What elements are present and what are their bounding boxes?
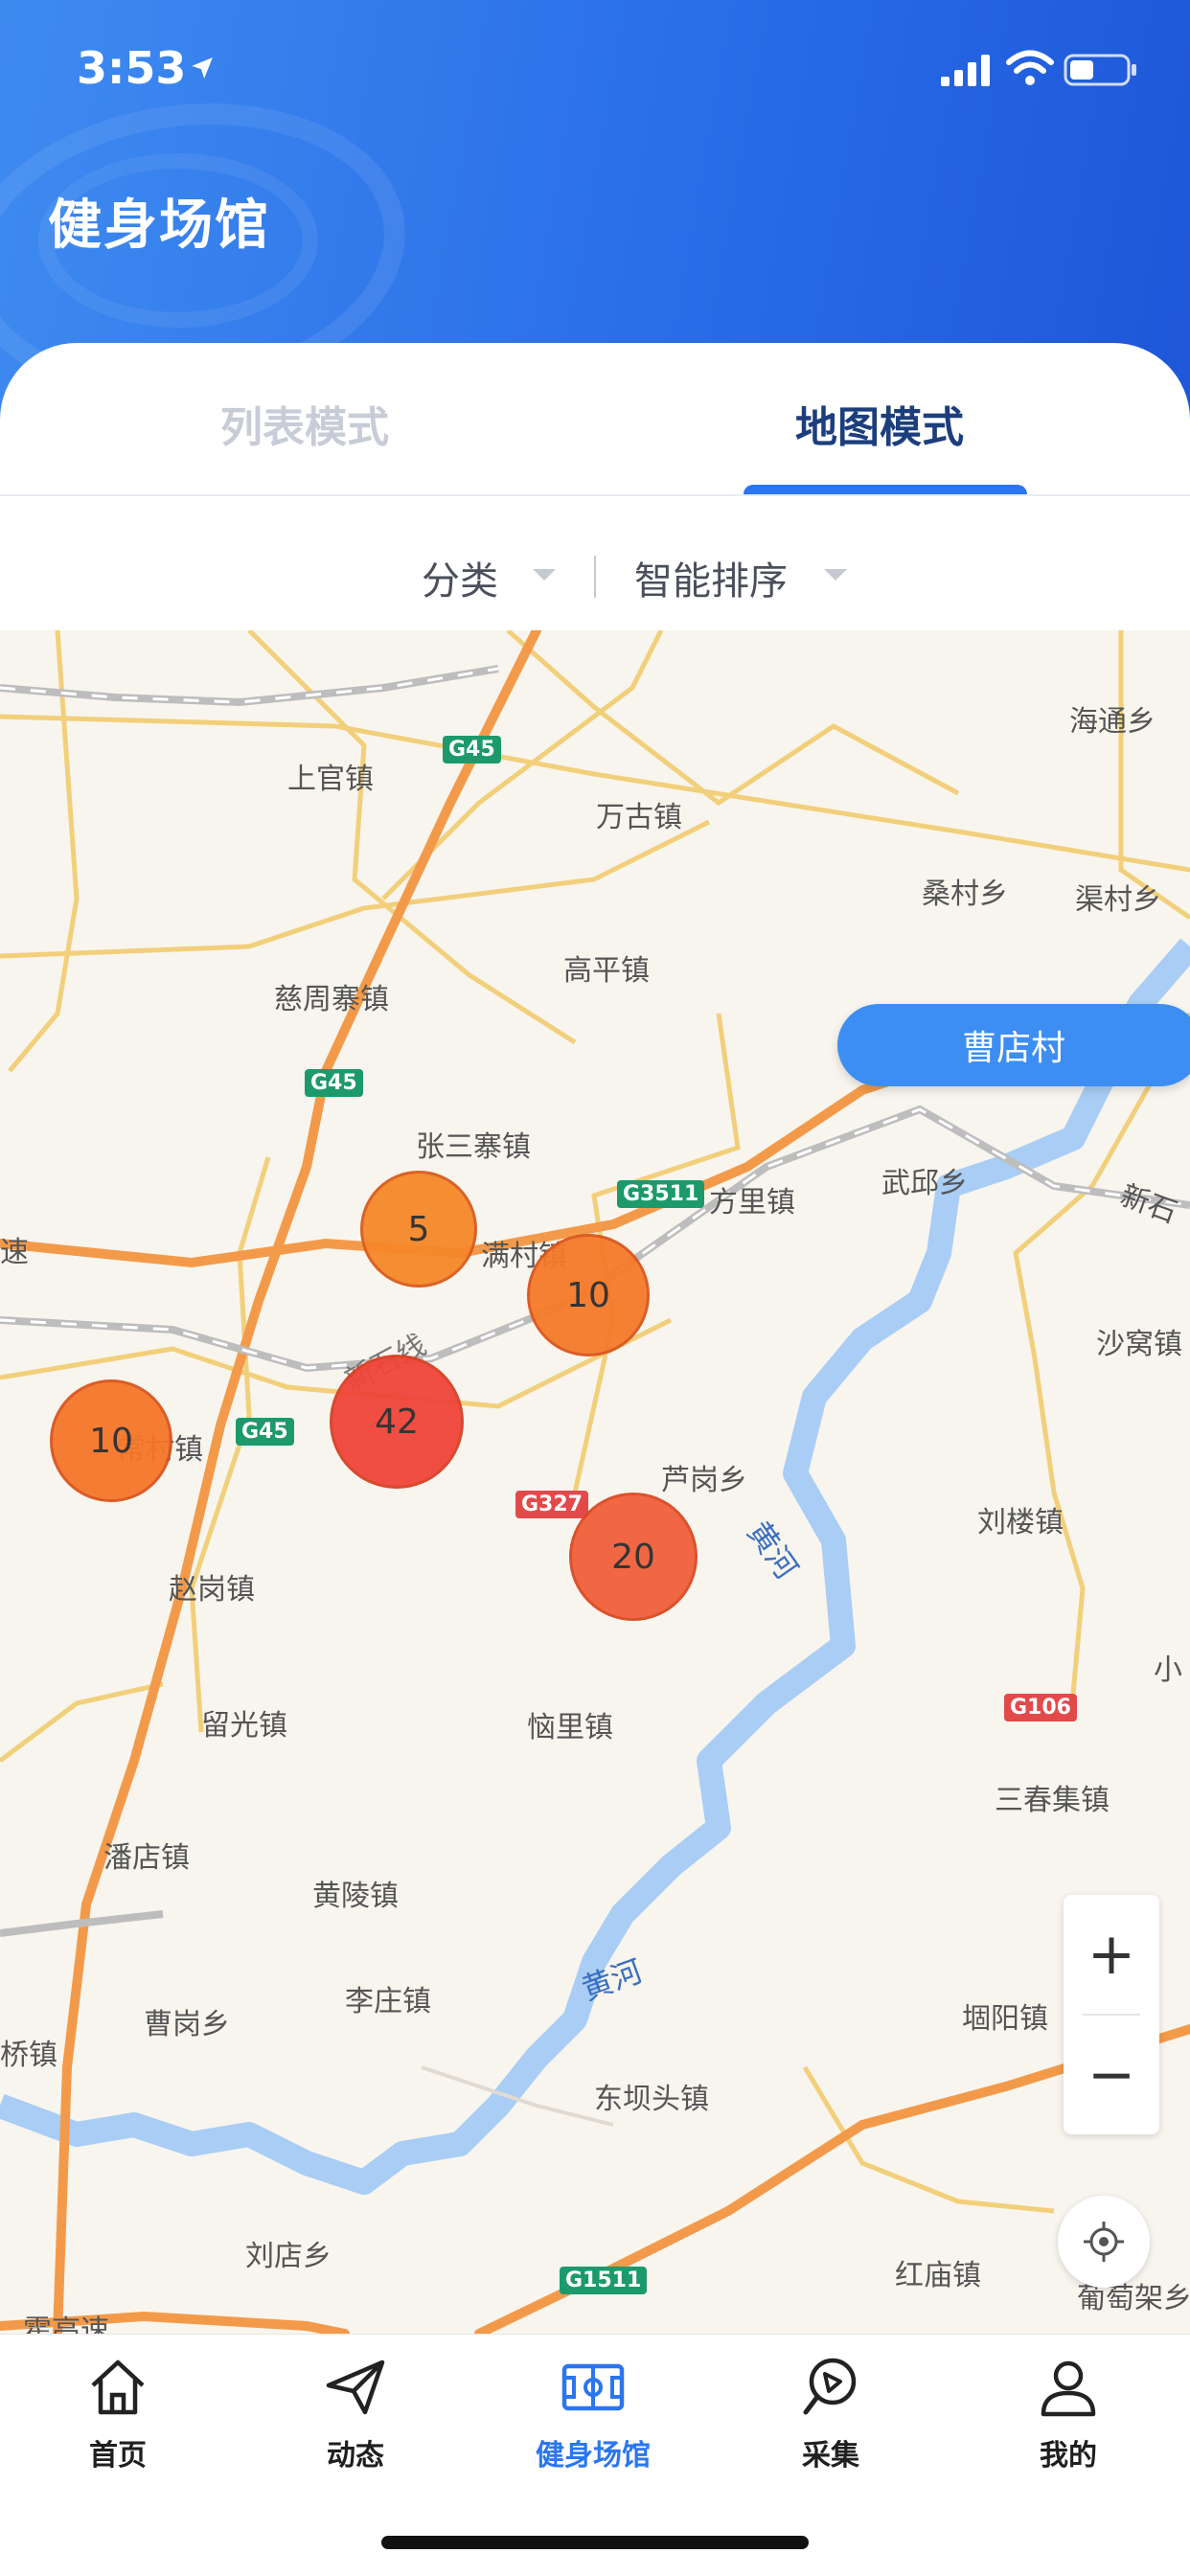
stadium-icon [561, 2363, 625, 2411]
map-place-label: 桥镇 [0, 2039, 57, 2072]
map-place-label: 赵岗镇 [169, 1573, 255, 1607]
road-shield: G45 [305, 1069, 363, 1097]
map-view[interactable]: 上官镇 万古镇 海通乡 桑村乡 渠村乡 慈周寨镇 高平镇 张三寨镇 方里镇 武邱… [0, 630, 1190, 2334]
category-caret-icon [533, 569, 556, 581]
location-arrow-icon [192, 57, 213, 79]
map-place-label: 留光镇 [201, 1709, 287, 1743]
sort-filter[interactable]: 智能排序 [634, 550, 788, 605]
cluster-count: 10 [89, 1421, 133, 1461]
map-place-label: 三春集镇 [995, 1784, 1110, 1817]
map-place-label: 刘店乡 [245, 2240, 332, 2273]
map-place-label: 渠村乡 [1075, 883, 1161, 917]
map-cluster-marker[interactable]: 5 [360, 1171, 477, 1288]
map-place-label: 潘店镇 [103, 1841, 190, 1875]
locate-me-button[interactable] [1058, 2196, 1150, 2288]
map-place-label: 速 [0, 1236, 29, 1269]
home-indicator [381, 2536, 809, 2549]
battery-icon [1064, 54, 1136, 86]
map-place-label: 黄陵镇 [312, 1880, 399, 1913]
collect-icon [803, 2358, 857, 2415]
map-place-label: 堌阳镇 [962, 2002, 1048, 2036]
nav-label: 我的 [1040, 2439, 1097, 2473]
sort-caret-icon [824, 569, 847, 581]
category-filter[interactable]: 分类 [422, 550, 498, 605]
nav-home[interactable]: 首页 [46, 2353, 190, 2473]
crosshair-icon [1084, 2222, 1124, 2262]
cluster-count: 10 [566, 1275, 610, 1315]
nav-label: 健身场馆 [536, 2439, 651, 2473]
zoom-in-button[interactable]: + [1064, 1895, 1159, 2014]
status-bar: 3:53 [0, 0, 1190, 134]
zoom-control: + − [1064, 1895, 1159, 2134]
road-shield: G45 [443, 736, 501, 764]
nav-stadium[interactable]: 健身场馆 [521, 2353, 665, 2473]
cluster-count: 20 [611, 1537, 655, 1577]
road-shield: G45 [236, 1418, 294, 1446]
map-place-label: 方里镇 [709, 1186, 795, 1220]
map-place-label: 高平镇 [563, 954, 650, 988]
home-icon [91, 2359, 145, 2415]
status-time: 3:53 [77, 42, 187, 94]
nav-label: 动态 [327, 2439, 384, 2473]
road-shield: G327 [515, 1491, 588, 1518]
road-shield: G1511 [560, 2267, 648, 2294]
map-place-label: 东坝头镇 [594, 2083, 709, 2116]
nav-label: 首页 [89, 2439, 147, 2473]
map-place-label: 上官镇 [287, 763, 374, 796]
map-place-label: 曹岗乡 [144, 2008, 230, 2041]
location-callout[interactable]: 曹店村 [837, 1004, 1190, 1086]
map-place-label: 芦岗乡 [661, 1464, 747, 1497]
send-icon [326, 2359, 385, 2415]
road-shield: G106 [1004, 1694, 1077, 1721]
map-place-label: 武邱乡 [881, 1167, 968, 1200]
map-place-label: 恼里镇 [527, 1711, 613, 1744]
map-cluster-marker[interactable]: 42 [330, 1355, 464, 1489]
map-place-label: 李庄镇 [345, 1985, 431, 2018]
map-place-label: 海通乡 [1069, 705, 1156, 739]
filter-separator [594, 556, 596, 598]
user-icon [1041, 2360, 1096, 2417]
nav-collect[interactable]: 采集 [759, 2353, 903, 2473]
tab-map-mode[interactable]: 地图模式 [795, 393, 964, 454]
nav-feed[interactable]: 动态 [284, 2353, 427, 2473]
map-place-label: 张三寨镇 [416, 1130, 531, 1164]
nav-profile[interactable]: 我的 [996, 2353, 1140, 2473]
map-place-label: 刘楼镇 [977, 1506, 1064, 1539]
map-place-label: 霍高速 [23, 2314, 109, 2334]
cellular-signal-icon [941, 55, 990, 86]
map-place-label: 桑村乡 [922, 878, 1008, 911]
cluster-count: 42 [375, 1402, 419, 1442]
map-cluster-marker[interactable]: 10 [527, 1234, 650, 1356]
map-cluster-marker[interactable]: 10 [50, 1379, 172, 1502]
map-place-label: 万古镇 [596, 801, 682, 834]
map-place-label: 沙窝镇 [1096, 1328, 1182, 1361]
zoom-out-button[interactable]: − [1064, 2016, 1159, 2134]
wifi-icon [1006, 50, 1054, 85]
cluster-count: 5 [407, 1209, 430, 1249]
tab-list-mode[interactable]: 列表模式 [220, 393, 389, 454]
nav-label: 采集 [802, 2439, 859, 2473]
map-place-label: 小 [1154, 1653, 1182, 1687]
map-cluster-marker[interactable]: 20 [569, 1493, 698, 1621]
road-shield: G3511 [617, 1180, 705, 1208]
map-place-label: 红庙镇 [895, 2259, 981, 2292]
map-place-label: 慈周寨镇 [274, 983, 389, 1016]
page-title: 健身场馆 [48, 194, 270, 257]
